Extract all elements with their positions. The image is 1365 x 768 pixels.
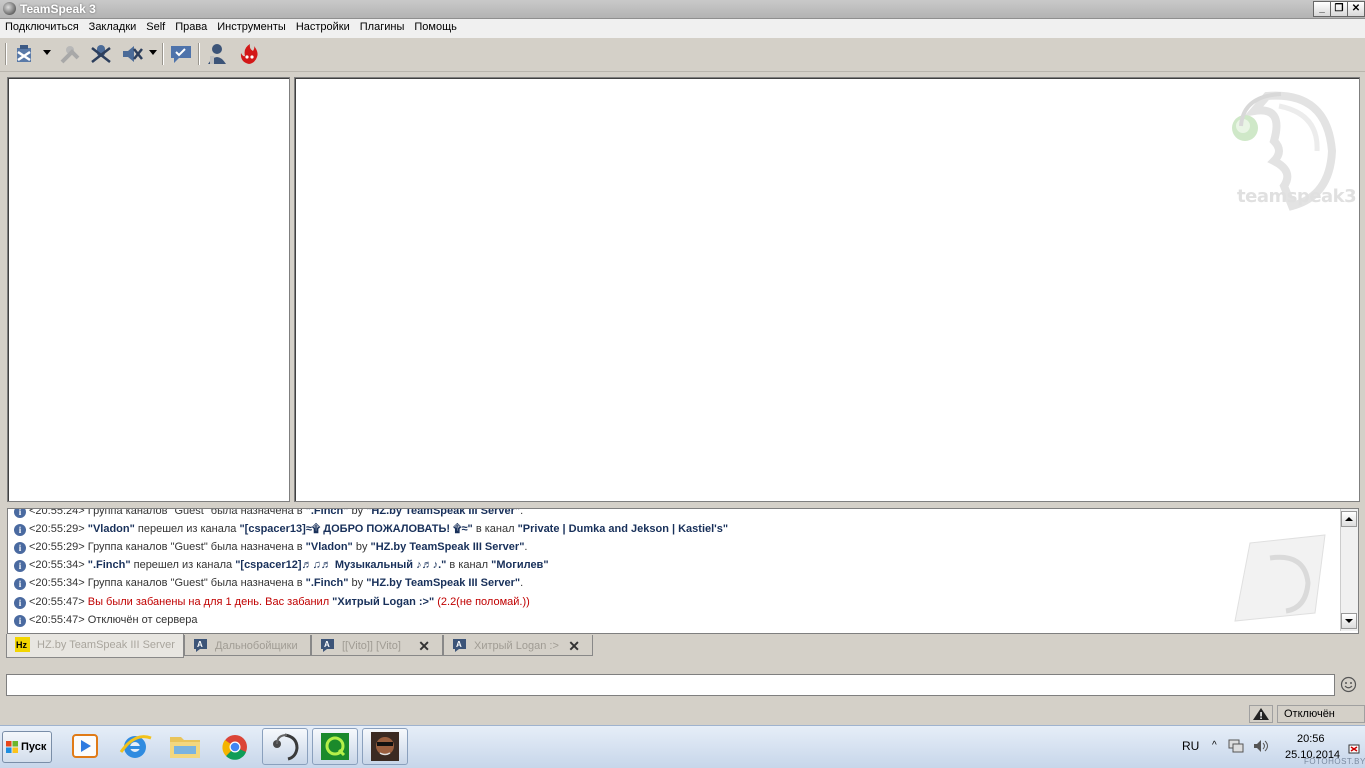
info-icon: i	[14, 615, 26, 627]
volume-icon[interactable]	[1252, 738, 1270, 754]
tab-private-vito[interactable]: A [[Vito]] [Vito] ✕	[311, 635, 443, 656]
tab-label: HZ.by TeamSpeak III Server	[37, 639, 175, 651]
toolbar	[0, 38, 1365, 72]
image-host-watermark: FOTOHOST.BY	[1304, 757, 1365, 766]
info-icon: i	[14, 524, 26, 536]
info-icon: i	[14, 560, 26, 572]
toolbar-separator	[198, 43, 200, 65]
contacts-icon[interactable]	[205, 42, 229, 66]
toolbar-grip	[5, 43, 7, 65]
info-panel: teamspeak3	[294, 77, 1360, 502]
tab-label: Хитрый Logan :>	[474, 640, 559, 652]
menu-self[interactable]: Self	[141, 19, 170, 33]
close-tab-icon[interactable]: ✕	[418, 638, 430, 655]
media-player-icon[interactable]	[62, 728, 108, 765]
start-label: Пуск	[21, 741, 47, 753]
log-line: i <20:55:29> Группа каналов "Guest" была …	[14, 539, 527, 555]
close-tab-icon[interactable]: ✕	[568, 638, 580, 655]
warning-icon[interactable]	[1249, 705, 1273, 723]
channel-chat-icon: A	[321, 639, 334, 652]
away-status-icon[interactable]	[169, 42, 193, 66]
menu-bookmarks[interactable]: Закладки	[84, 19, 142, 33]
channel-tree-panel[interactable]	[7, 77, 290, 502]
log-line: i <20:55:34> Группа каналов "Guest" была …	[14, 575, 523, 591]
gta-sa-icon[interactable]	[362, 728, 408, 765]
scroll-up-button[interactable]	[1341, 511, 1357, 527]
connect-user-icon[interactable]	[58, 42, 82, 66]
teamspeak-watermark-text: teamspeak3	[1237, 186, 1357, 207]
teamspeak-icon[interactable]	[262, 728, 308, 765]
title-bar: TeamSpeak 3 _ ❐ ✕	[0, 0, 1365, 19]
connection-status: Отключён	[1277, 705, 1365, 723]
file-explorer-icon[interactable]	[162, 728, 208, 765]
mute-speakers-icon[interactable]	[120, 42, 144, 66]
chat-log[interactable]: i <20:55:24> Группа каналов "Guest" была …	[7, 508, 1359, 634]
disconnect-icon[interactable]	[14, 42, 38, 66]
window-title: TeamSpeak 3	[20, 2, 96, 16]
log-line: i <20:55:29> "Vladon" перешел из канала "…	[14, 521, 728, 537]
start-button[interactable]: Пуск	[2, 731, 52, 763]
log-line: i <20:55:47> Вы были забанены на для 1 де…	[14, 594, 530, 610]
minimize-button[interactable]: _	[1313, 1, 1331, 17]
speakers-dropdown-arrow[interactable]	[149, 50, 157, 55]
menu-permissions[interactable]: Права	[170, 19, 212, 33]
svg-text:A: A	[456, 640, 462, 649]
info-icon: i	[14, 578, 26, 590]
svg-text:A: A	[324, 640, 330, 649]
teamspeak-app-icon	[3, 2, 16, 15]
chat-scrollbar[interactable]	[1340, 509, 1358, 631]
scroll-down-button[interactable]	[1341, 613, 1357, 629]
disconnect-dropdown-arrow[interactable]	[43, 50, 51, 55]
network-icon[interactable]	[1228, 738, 1244, 754]
svg-text:Hz: Hz	[16, 640, 27, 650]
chat-tabs: Hz HZ.by TeamSpeak III Server A Дальнобо…	[6, 634, 606, 658]
tab-label: Дальнобойщики	[215, 640, 298, 652]
ts3-flame-icon[interactable]	[237, 42, 261, 66]
close-window-button[interactable]: ✕	[1347, 1, 1365, 17]
tab-label: [[Vito]] [Vito]	[342, 640, 401, 652]
emoticon-icon[interactable]	[1340, 676, 1357, 693]
tab-server[interactable]: Hz HZ.by TeamSpeak III Server	[6, 634, 184, 658]
log-line: i <20:55:47> Отключён от сервера	[14, 612, 197, 628]
tab-private-logan[interactable]: A Хитрый Logan :> ✕	[443, 635, 593, 656]
channel-chat-icon: A	[453, 639, 466, 652]
restore-button[interactable]: ❐	[1330, 1, 1348, 17]
info-icon: i	[14, 542, 26, 554]
menu-settings[interactable]: Настройки	[291, 19, 355, 33]
taskbar: Пуск RU ^ 20:56 25.10.2014 FOTOHOST.BY	[0, 725, 1365, 768]
info-icon: i	[14, 509, 26, 518]
clock-time[interactable]: 20:56	[1297, 733, 1325, 745]
system-tray: RU ^ 20:56 25.10.2014 FOTOHOST.BY	[1176, 726, 1365, 768]
menu-plugins[interactable]: Плагины	[355, 19, 410, 33]
windows-flag-icon	[6, 741, 18, 753]
log-line: i <20:55:34> ".Finch" перешел из канала "…	[14, 557, 549, 573]
tab-channel[interactable]: A Дальнобойщики	[184, 635, 311, 656]
menu-help[interactable]: Помощь	[409, 19, 462, 33]
menu-tools[interactable]: Инструменты	[212, 19, 291, 33]
log-line: i <20:55:24> Группа каналов "Guest" была …	[14, 509, 523, 519]
info-icon: i	[14, 597, 26, 609]
game-launcher-icon[interactable]	[312, 728, 358, 765]
chat-watermark-icon	[1234, 534, 1326, 622]
chat-input[interactable]	[6, 674, 1335, 696]
menu-bar: Подключиться Закладки Self Права Инструменты…	[0, 19, 1365, 38]
flag-notification-icon[interactable]	[1348, 744, 1362, 756]
hz-server-icon: Hz	[15, 637, 30, 652]
channel-chat-icon: A	[194, 639, 207, 652]
chrome-icon[interactable]	[212, 728, 258, 765]
mute-microphone-icon[interactable]	[89, 42, 113, 66]
toolbar-separator	[162, 43, 164, 65]
internet-explorer-icon[interactable]	[112, 728, 158, 765]
show-hidden-icons-icon[interactable]: ^	[1212, 740, 1217, 751]
menu-connect[interactable]: Подключиться	[0, 19, 84, 33]
language-indicator[interactable]: RU	[1182, 739, 1199, 753]
svg-text:A: A	[197, 640, 203, 649]
